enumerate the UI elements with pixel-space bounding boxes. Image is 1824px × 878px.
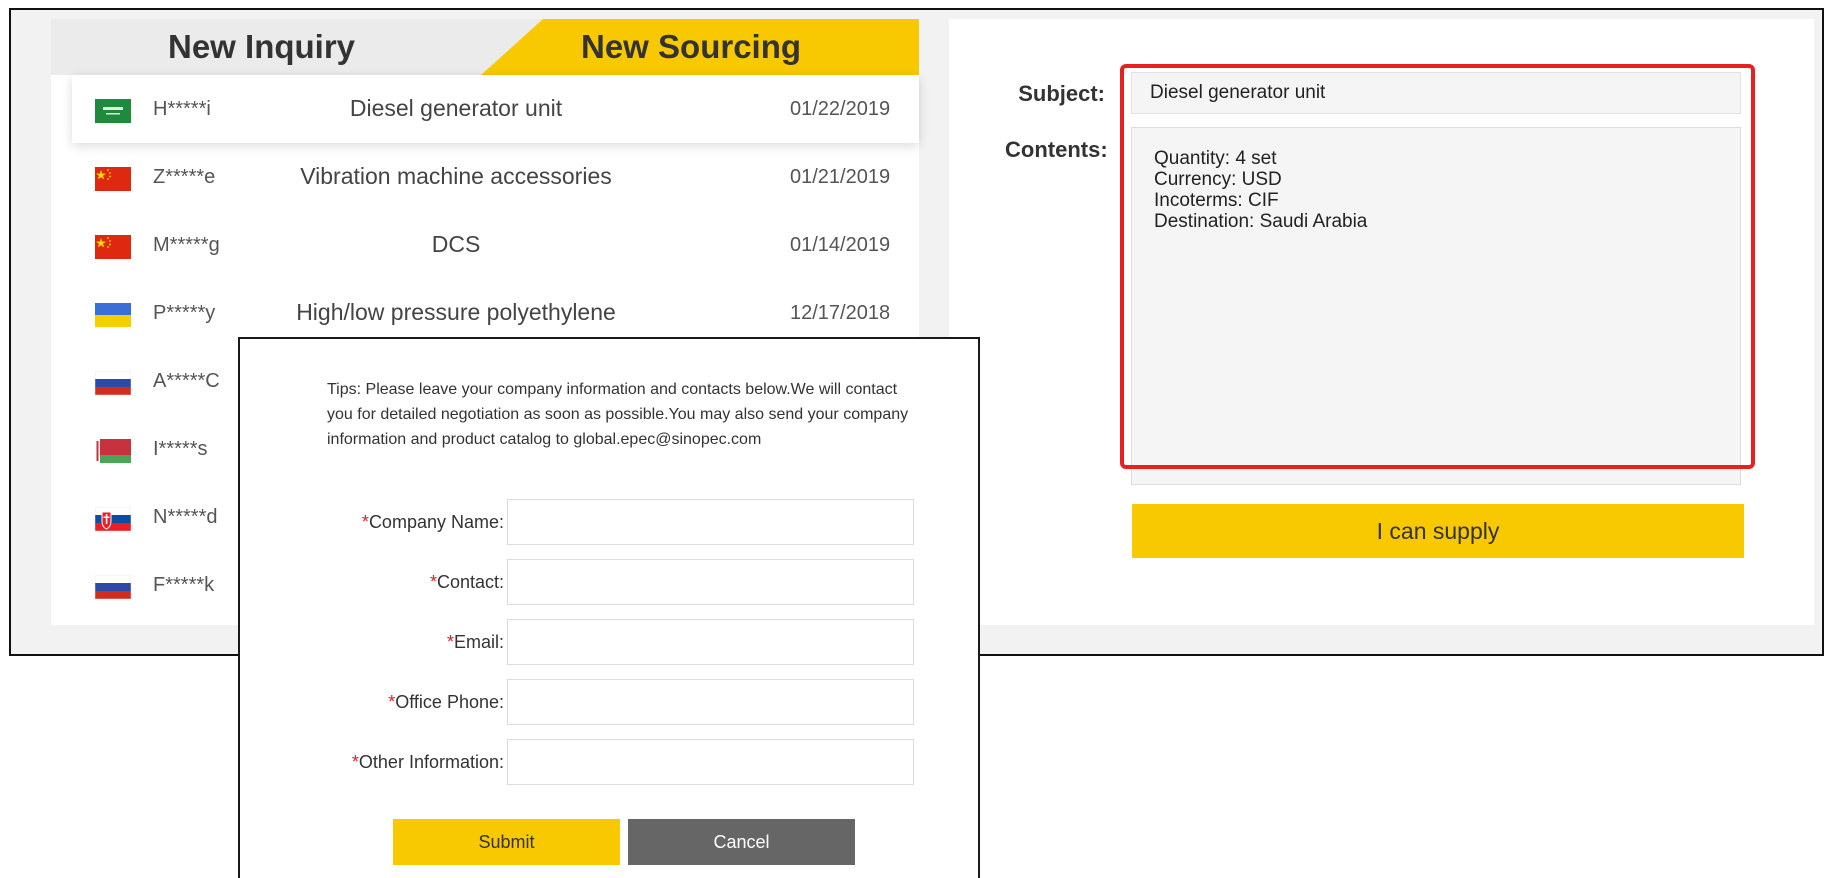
list-item-user: A*****C [153,370,220,392]
tab-bar: New Inquiry New Sourcing [51,19,919,75]
tab-new-sourcing-label: New Sourcing [581,28,802,65]
contact-label-text: Contact: [436,572,504,592]
list-item[interactable]: M*****g DCS 01/14/2019 [51,211,919,279]
email-label-text: Email: [453,632,504,652]
list-item-user: Z*****e [153,166,216,188]
ukraine-flag-icon [95,303,131,327]
china-flag-icon [95,167,131,191]
saudi-arabia-flag-icon [95,99,131,123]
list-item-user: I*****s [153,438,208,460]
list-item-date: 01/21/2019 [790,166,891,188]
submit-button[interactable]: Submit [393,819,620,865]
contents-label: Contents: [1005,137,1108,162]
other-information-label-text: Other Information: [358,752,504,772]
required-mark: * [351,752,359,772]
list-item-user: M*****g [153,234,220,256]
slovakia-flag-icon [95,507,131,531]
belarus-flag-icon [95,439,131,463]
office-phone-label: *Office Phone: [388,692,504,713]
other-information-input[interactable] [507,739,914,785]
cancel-button[interactable]: Cancel [628,819,855,865]
list-item-user: H*****i [153,98,211,120]
tab-new-inquiry-label: New Inquiry [168,28,356,65]
list-item-subject: Diesel generator unit [349,95,563,121]
sourcing-detail-panel: Subject: Contents: Diesel generator unit… [949,19,1814,625]
list-item[interactable]: H*****i Diesel generator unit 01/22/2019 [72,75,919,143]
tab-new-sourcing[interactable]: New Sourcing [481,19,919,75]
list-item-date: 01/14/2019 [790,234,891,256]
contact-label: *Contact: [430,572,504,593]
contact-input[interactable] [507,559,914,605]
office-phone-row: *Office Phone: [240,679,982,725]
company-name-label-text: Company Name: [368,512,504,532]
company-name-row: *Company Name: [240,499,982,545]
i-can-supply-button[interactable]: I can supply [1132,504,1744,558]
supplier-contact-modal: Tips: Please leave your company informat… [238,337,980,878]
red-highlight-annotation [1120,64,1755,469]
other-information-row: *Other Information: [240,739,982,785]
office-phone-input[interactable] [507,679,914,725]
required-mark: * [446,632,454,652]
list-item[interactable]: Z*****e Vibration machine accessories 01… [51,143,919,211]
subject-label: Subject: [1018,81,1105,106]
email-label: *Email: [447,632,504,653]
office-phone-label-text: Office Phone: [395,692,504,712]
list-item-subject: High/low pressure polyethylene [296,299,616,325]
required-mark: * [429,572,437,592]
china-flag-icon [95,235,131,259]
contact-row: *Contact: [240,559,982,605]
russia-flag-icon [95,575,131,599]
tips-text: Tips: Please leave your company informat… [327,381,909,448]
other-information-label: *Other Information: [352,752,504,773]
list-item-subject: DCS [431,231,481,257]
list-item-date: 12/17/2018 [790,302,891,324]
list-item-user: F*****k [153,574,215,596]
required-mark: * [361,512,369,532]
list-item-date: 01/22/2019 [790,98,891,120]
company-name-input[interactable] [507,499,914,545]
list-item-subject: Vibration machine accessories [300,163,612,189]
email-input[interactable] [507,619,914,665]
email-row: *Email: [240,619,982,665]
list-item-user: P*****y [153,302,216,324]
company-name-label: *Company Name: [362,512,504,533]
list-item-user: N*****d [153,506,218,528]
russia-flag-icon [95,371,131,395]
